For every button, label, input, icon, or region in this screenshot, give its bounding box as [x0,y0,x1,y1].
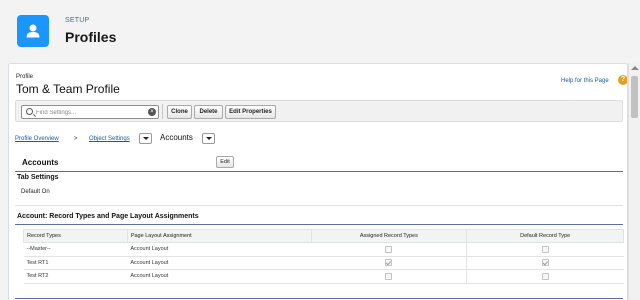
profile-panel: Profile Tom & Team Profile Help for this… [8,63,628,300]
clone-button[interactable]: Clone [167,105,192,119]
find-settings-input[interactable] [36,107,140,118]
toolbar-divider [162,104,163,119]
column-header: Assigned Record Types [310,229,468,243]
user-icon [17,15,49,47]
tab-settings-value: Default On [21,189,50,195]
default-checkbox [541,259,549,267]
search-icon [26,108,33,115]
assigned-checkbox [385,272,393,280]
assigned-checkbox-cell [311,242,468,257]
edit-button[interactable]: Edit [216,156,234,168]
find-settings-box: × [21,105,159,119]
object-settings-dropdown[interactable] [139,133,152,144]
section-title: Accounts [22,158,59,167]
assigned-checkbox [385,245,393,253]
record-type-name: --Master-- [23,242,128,257]
delete-button[interactable]: Delete [194,105,223,119]
default-checkbox-cell [466,242,624,257]
assigned-checkbox-cell [311,269,468,284]
default-checkbox [541,245,549,253]
column-header: Default Record Type [466,229,624,243]
table-header-row: Record Types Page Layout Assignment Assi… [23,229,624,243]
assigned-checkbox-cell [311,256,468,270]
record-type-name: Test RT1 [23,256,128,270]
accounts-section-header: Accounts Edit [15,156,623,172]
toolbar: × Clone Delete Edit Properties [15,100,623,122]
default-checkbox-cell [466,269,624,284]
record-types-title: Account: Record Types and Page Layout As… [17,213,199,220]
tab-settings-title: Tab Settings [17,174,59,181]
default-checkbox [541,272,549,280]
help-icon[interactable]: ? [618,75,627,85]
scrollbar[interactable] [628,63,640,300]
section-bottom-rule [15,298,623,299]
breadcrumb-separator: > [74,136,78,142]
setup-header: SETUP Profiles [0,0,640,57]
table-row: Test RT1 Account Layout [23,256,624,270]
divider [15,205,623,206]
clear-icon[interactable]: × [148,108,156,116]
page-layout: Account Layout [127,242,312,257]
edit-properties-button[interactable]: Edit Properties [225,105,276,119]
current-object-dropdown[interactable] [202,133,215,144]
page-layout: Account Layout [127,269,312,284]
page-layout: Account Layout [127,256,312,270]
breadcrumb-object-settings[interactable]: Object Settings [89,136,130,142]
table-row: --Master-- Account Layout [23,242,624,257]
column-header: Record Types [23,229,128,243]
help-link[interactable]: Help for this Page [561,78,609,84]
table-row: Test RT2 Account Layout [23,269,624,284]
breadcrumb-current: Accounts [160,133,193,142]
record-types-header: Account: Record Types and Page Layout As… [15,211,623,225]
scroll-thumb[interactable] [631,76,638,118]
assigned-checkbox [385,259,393,267]
record-type-name: Test RT2 [23,269,128,284]
page-title: Profiles [65,29,117,45]
record-types-table: Record Types Page Layout Assignment Assi… [23,229,624,284]
scroll-up-arrow-icon[interactable] [631,66,639,70]
setup-kicker: SETUP [65,17,90,24]
column-header: Page Layout Assignment [126,229,312,243]
profile-kicker: Profile [16,74,34,80]
profile-title: Tom & Team Profile [16,82,120,96]
breadcrumb-profile-overview[interactable]: Profile Overview [15,136,59,142]
default-checkbox-cell [466,256,624,270]
